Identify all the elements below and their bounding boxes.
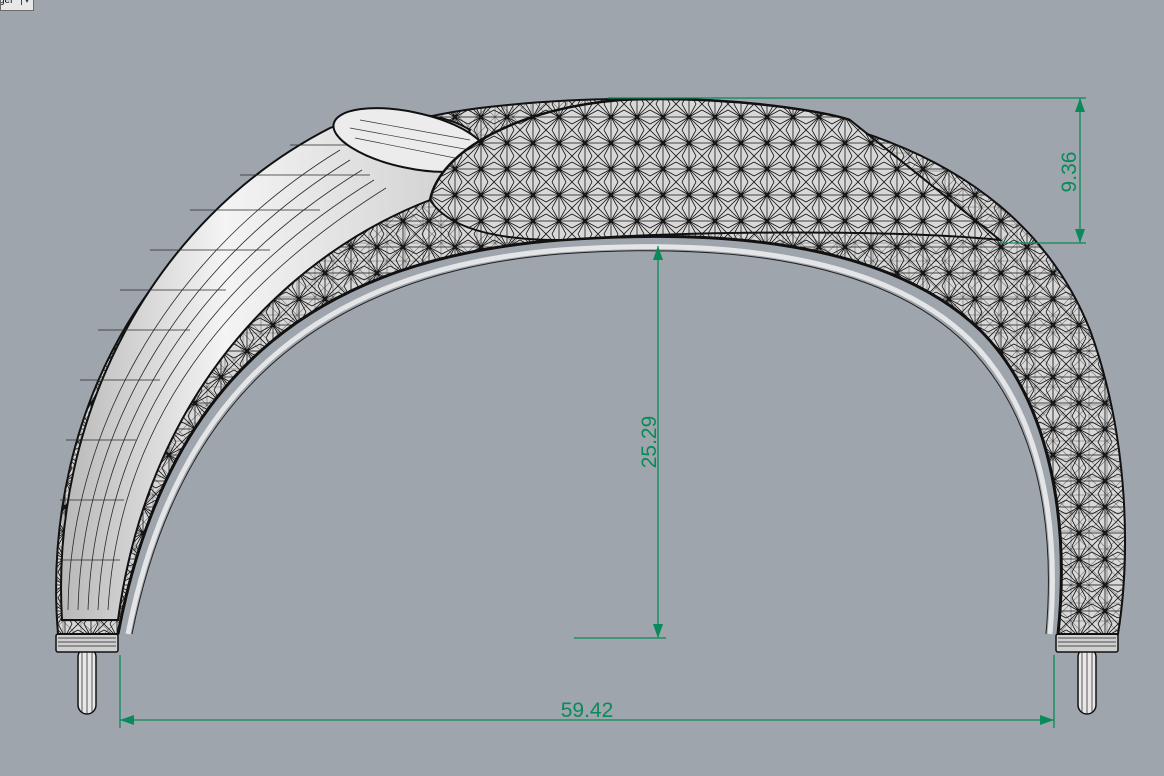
dimension-inner-height-label: 25.29 — [638, 416, 661, 469]
dimension-height-top-label: 9.36 — [1058, 152, 1081, 193]
dimension-width[interactable]: 59.42 — [119, 655, 1055, 728]
dimension-width-label: 59.42 — [561, 699, 614, 722]
left-pin — [55, 633, 119, 715]
smooth-band[interactable] — [60, 96, 492, 621]
right-pin — [1055, 633, 1119, 715]
dimension-inner-height[interactable]: 25.29 — [574, 246, 666, 639]
rhino-viewport[interactable]: 9.36 25.29 59.42 — [0, 0, 1164, 776]
